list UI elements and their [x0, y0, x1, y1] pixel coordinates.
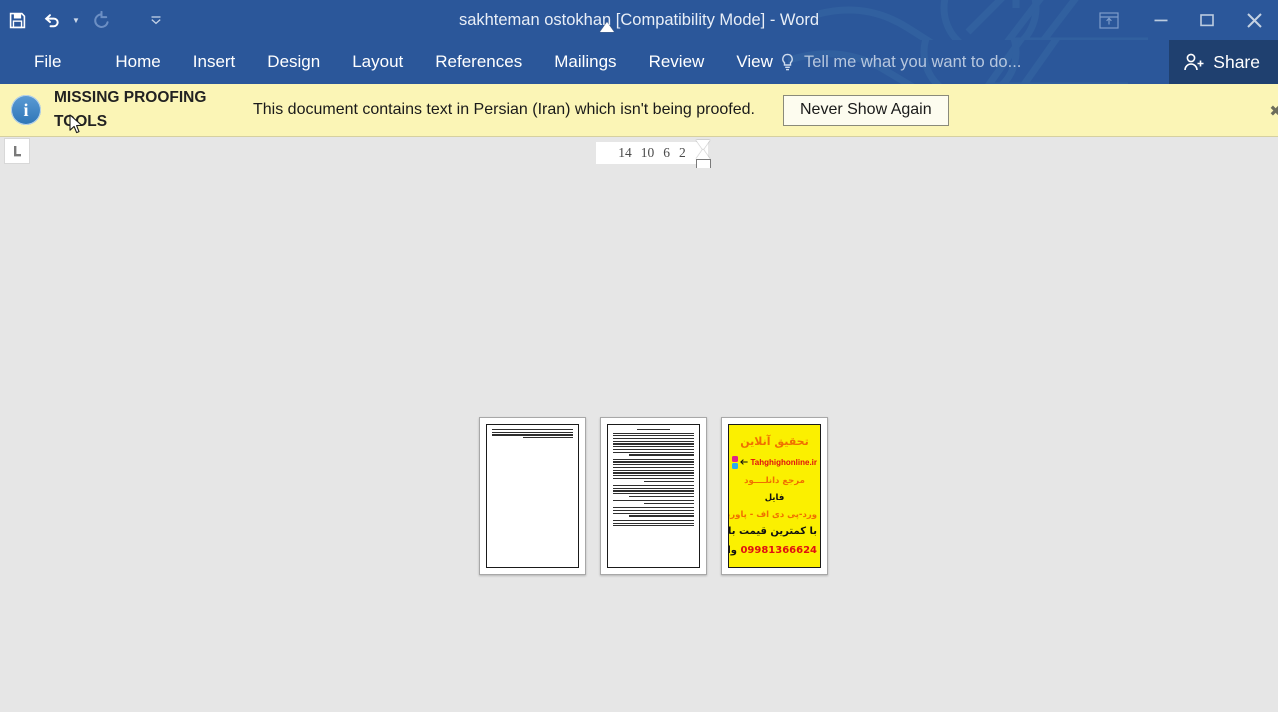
- page-2-paragraph-1: [613, 432, 694, 456]
- share-person-icon: [1184, 53, 1204, 71]
- tab-view[interactable]: View: [720, 40, 789, 84]
- quick-access-toolbar: ▼: [0, 0, 164, 40]
- document-canvas[interactable]: تحقیق آنلاین Tahghighonline.ir مرجع دانل…: [0, 168, 1278, 712]
- left-indent-marker[interactable]: [600, 22, 614, 32]
- customize-quick-access-icon[interactable]: [148, 3, 164, 37]
- page-1-paragraph: [492, 429, 573, 439]
- tab-file[interactable]: File: [18, 40, 77, 84]
- horizontal-ruler[interactable]: 14 10 6 2: [596, 142, 708, 164]
- redo-icon: [84, 3, 118, 37]
- ad-url-row: Tahghighonline.ir: [732, 455, 817, 469]
- save-icon[interactable]: [0, 3, 34, 37]
- page-2-paragraph-5: [613, 507, 694, 517]
- tab-insert-label: Insert: [192, 52, 236, 71]
- page-2-paragraph-4: [613, 500, 694, 505]
- tab-layout-label: Layout: [352, 52, 404, 71]
- page-2-paragraph-3: [613, 484, 694, 498]
- tell-me-search[interactable]: Tell me what you want to do...: [780, 40, 1021, 84]
- ad-marja-label: مرجع دانلــــود: [744, 475, 805, 486]
- telegram-icon: [732, 462, 738, 469]
- share-button[interactable]: Share: [1169, 40, 1278, 84]
- page-2-paragraph-2: [613, 458, 694, 482]
- ad-formats-label: ورد-پی دی اف - پاورپوینت: [729, 509, 817, 520]
- ruler-tick-6: 6: [663, 145, 670, 160]
- tab-references-label: References: [435, 52, 523, 71]
- notification-message: This document contains text in Persian (…: [253, 101, 755, 118]
- close-icon[interactable]: [1230, 0, 1278, 40]
- ruler-tick-10: 10: [640, 145, 655, 160]
- ruler-tick-2: 2: [679, 145, 686, 160]
- never-show-again-label: Never Show Again: [799, 101, 932, 118]
- ad-phone-row: 09981366624 واتساپ: [729, 544, 817, 556]
- tab-insert[interactable]: Insert: [177, 40, 252, 84]
- ruler-tick-14: 14: [618, 145, 632, 160]
- page-2-heading: [637, 429, 670, 431]
- page-thumbnails: تحقیق آنلاین Tahghighonline.ir مرجع دانل…: [479, 417, 828, 575]
- ad-phone-label: واتساپ: [729, 544, 737, 556]
- tab-design-label: Design: [267, 52, 321, 71]
- ad-phone-number: 09981366624: [740, 544, 817, 556]
- tab-review-label: Review: [648, 52, 705, 71]
- missing-proofing-tools-bar: i MISSING PROOFING TOOLS This document c…: [0, 84, 1278, 137]
- restore-icon[interactable]: [1184, 0, 1230, 40]
- tab-home[interactable]: Home: [99, 40, 176, 84]
- ribbon-display-options-icon[interactable]: [1080, 0, 1138, 40]
- tab-stop-selector-button[interactable]: [4, 138, 30, 164]
- tab-home-label: Home: [115, 52, 161, 71]
- left-tab-icon: [14, 146, 21, 157]
- document-page-1[interactable]: [479, 417, 586, 575]
- notification-close-icon[interactable]: ✖: [1269, 102, 1278, 120]
- ad-title: تحقیق آنلاین: [740, 435, 809, 449]
- minimize-icon[interactable]: [1138, 0, 1184, 40]
- ribbon-tab-bar: File Home Insert Design Layout Reference…: [0, 40, 1278, 84]
- tab-layout[interactable]: Layout: [336, 40, 419, 84]
- tell-me-placeholder: Tell me what you want to do...: [804, 52, 1022, 71]
- ad-url[interactable]: Tahghighonline.ir: [750, 458, 817, 467]
- tab-review[interactable]: Review: [633, 40, 721, 84]
- undo-dropdown-icon[interactable]: ▼: [68, 3, 84, 37]
- tab-design[interactable]: Design: [251, 40, 336, 84]
- window-controls: [1080, 0, 1278, 40]
- ad-price-label: با کمترین قیمت بازار: [728, 526, 817, 538]
- document-page-2[interactable]: [600, 417, 707, 575]
- page-2-paragraph-6: [613, 519, 694, 527]
- lightbulb-icon: [782, 53, 793, 70]
- hanging-indent-marker[interactable]: [696, 149, 710, 159]
- ad-social-icons: [732, 455, 738, 469]
- document-page-3[interactable]: تحقیق آنلاین Tahghighonline.ir مرجع دانل…: [721, 417, 828, 575]
- ribbon-tabs: File Home Insert Design Layout Reference…: [18, 40, 789, 84]
- tab-references[interactable]: References: [419, 40, 538, 84]
- arrow-left-icon: [740, 459, 748, 465]
- share-label: Share: [1213, 51, 1260, 72]
- horizontal-ruler-row: 14 10 6 2: [0, 138, 1278, 168]
- never-show-again-button[interactable]: Never Show Again: [782, 94, 949, 126]
- notification-heading: MISSING PROOFING TOOLS: [54, 89, 207, 130]
- instagram-icon: [732, 455, 738, 462]
- title-bar: ▼ sakhteman ostokhan [Compatibility Mode…: [0, 0, 1278, 40]
- page-2-content: [607, 424, 700, 568]
- tab-file-label: File: [34, 52, 62, 71]
- undo-icon[interactable]: [34, 3, 68, 37]
- tab-mailings-label: Mailings: [554, 52, 617, 71]
- ad-file-label: فایل: [764, 492, 785, 503]
- tab-mailings[interactable]: Mailings: [538, 40, 632, 84]
- page-3-content: تحقیق آنلاین Tahghighonline.ir مرجع دانل…: [728, 424, 821, 568]
- tab-view-label: View: [736, 52, 773, 71]
- page-1-content: [486, 424, 579, 568]
- info-icon: i: [11, 95, 41, 125]
